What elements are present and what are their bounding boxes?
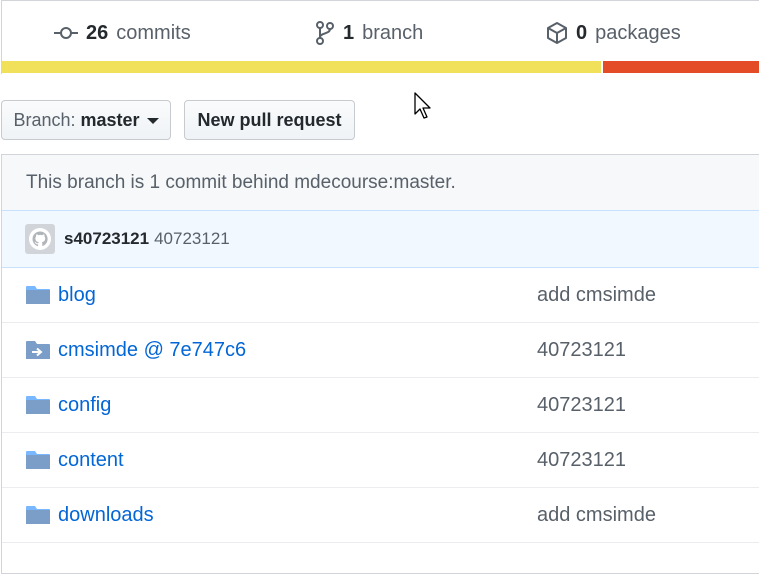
latest-commit-row: s40723121 40723121: [2, 211, 759, 268]
packages-count: 0: [576, 21, 588, 44]
packages-link[interactable]: 0 packages: [546, 19, 681, 47]
file-link[interactable]: content: [58, 449, 124, 472]
branch-icon: [315, 21, 335, 45]
package-icon: [546, 21, 568, 45]
folder-icon: [25, 505, 51, 530]
file-commit-message[interactable]: 40723121: [537, 394, 626, 417]
language-segment-1[interactable]: [2, 61, 602, 73]
commit-author-link[interactable]: s40723121: [64, 229, 149, 249]
folder-icon: [25, 285, 51, 310]
file-row: cmsimde @ 7e747c6 40723121: [2, 323, 759, 378]
commits-count: 26: [86, 21, 109, 44]
mouse-cursor-icon: [414, 92, 434, 125]
branches-label: branch: [362, 21, 424, 44]
file-row: blog add cmsimde: [2, 268, 759, 323]
language-segment-2[interactable]: [603, 61, 759, 73]
file-commit-message[interactable]: add cmsimde: [537, 284, 656, 307]
branches-link[interactable]: 1 branch: [315, 19, 423, 47]
branch-name: master: [80, 109, 140, 130]
file-commit-message[interactable]: 40723121: [537, 339, 626, 362]
folder-icon: [25, 450, 51, 475]
commit-icon: [54, 25, 78, 41]
commits-label: commits: [116, 21, 191, 44]
branch-select-button[interactable]: Branch: master: [1, 100, 171, 140]
file-row: config 40723121: [2, 378, 759, 433]
branch-prefix: Branch:: [13, 109, 76, 130]
file-link[interactable]: downloads: [58, 504, 154, 527]
commits-link[interactable]: 26 commits: [54, 19, 191, 47]
folder-icon: [25, 395, 51, 420]
file-commit-message[interactable]: 40723121: [537, 449, 626, 472]
caret-down-icon: [146, 118, 159, 124]
branch-status-notice: This branch is 1 commit behind mdecourse…: [2, 155, 759, 211]
github-avatar-icon[interactable]: [25, 224, 55, 254]
file-row: downloads add cmsimde: [2, 488, 759, 543]
file-link[interactable]: blog: [58, 284, 96, 307]
commit-message-link[interactable]: 40723121: [154, 229, 230, 249]
language-bar[interactable]: [2, 61, 759, 73]
file-commit-message[interactable]: add cmsimde: [537, 504, 656, 527]
packages-label: packages: [595, 21, 681, 44]
file-navigation: This branch is 1 commit behind mdecourse…: [1, 154, 759, 574]
file-link[interactable]: cmsimde @ 7e747c6: [58, 339, 246, 362]
file-link[interactable]: config: [58, 394, 111, 417]
branches-count: 1: [343, 21, 355, 44]
file-row: content 40723121: [2, 433, 759, 488]
new-pull-request-button[interactable]: New pull request: [184, 100, 355, 140]
submodule-icon: [25, 340, 51, 365]
